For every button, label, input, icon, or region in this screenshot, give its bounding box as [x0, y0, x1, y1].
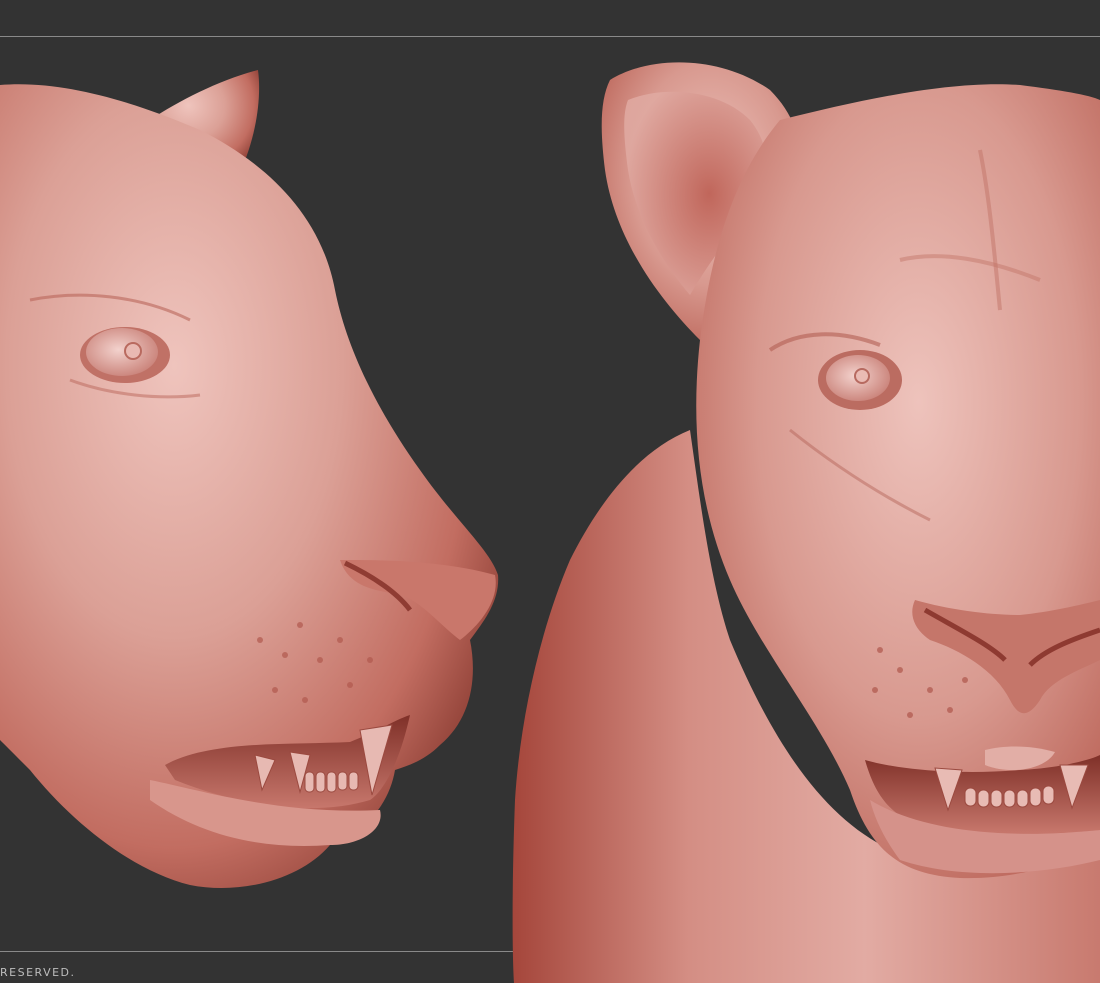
right-head-sculpt: [512, 62, 1100, 983]
sculpt-render: [0, 62, 1100, 983]
left-head-sculpt: [0, 70, 499, 889]
left-pupil: [124, 342, 142, 360]
right-pupil: [854, 368, 870, 384]
viewport-canvas: RESERVED.: [0, 0, 1100, 983]
left-eye: [86, 328, 158, 376]
copyright-footer: RESERVED.: [0, 966, 76, 979]
